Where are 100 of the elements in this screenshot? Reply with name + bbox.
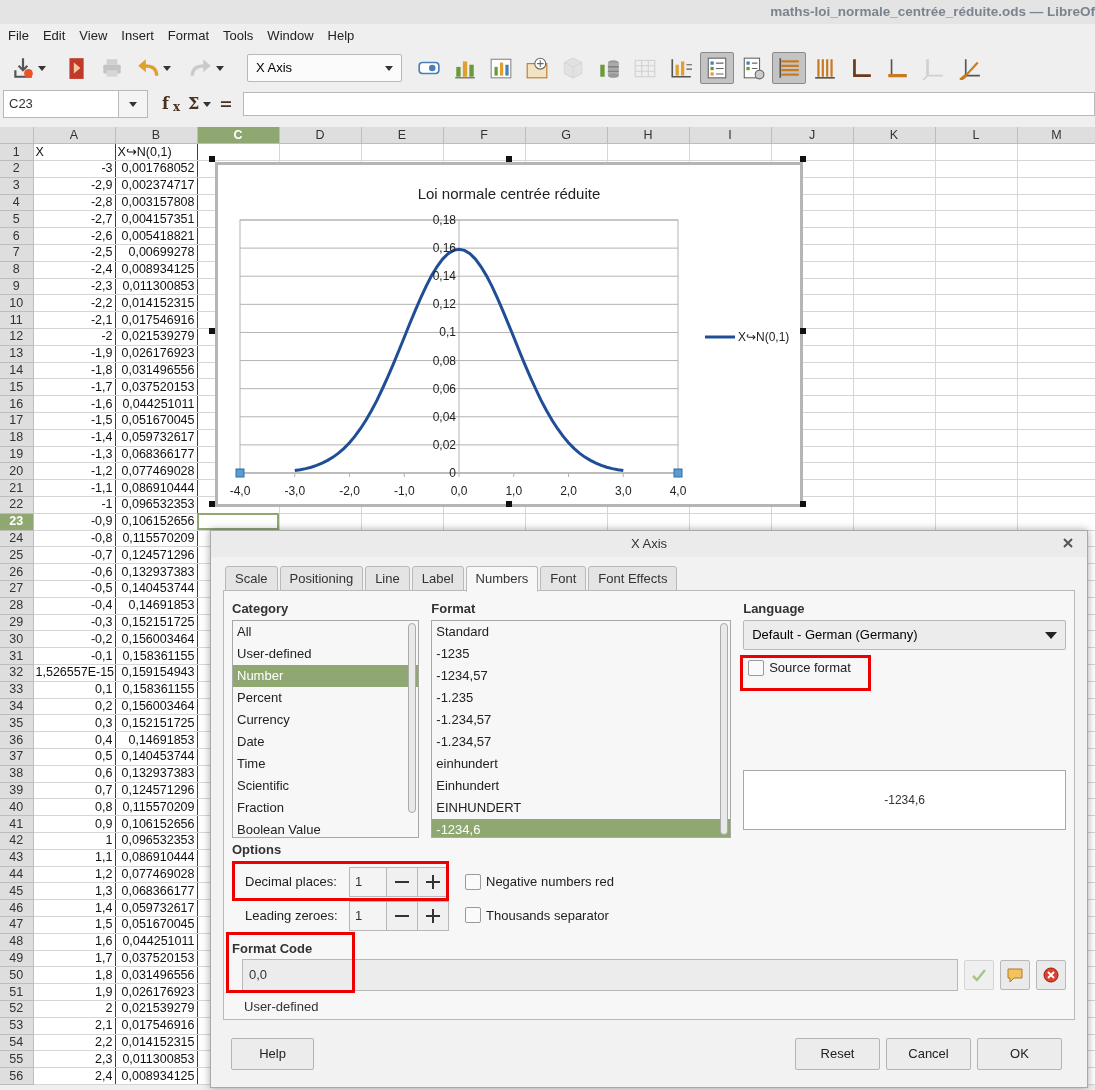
axis-label: 4,0 [669, 484, 687, 498]
list-item[interactable]: EINHUNDERT [432, 797, 731, 819]
selection-handle[interactable] [800, 501, 806, 507]
name-box[interactable]: C23 [3, 90, 119, 118]
menu-item[interactable]: View [72, 26, 115, 46]
list-item[interactable]: Percent [233, 687, 419, 709]
selection-handle[interactable] [506, 156, 512, 162]
menu-item[interactable]: Insert [114, 26, 161, 46]
table-cell: 0,011300853 [115, 278, 197, 295]
list-item[interactable]: Currency [233, 709, 419, 731]
axis-handle[interactable] [235, 468, 245, 478]
decrease-button[interactable] [387, 867, 418, 897]
selection-handle[interactable] [800, 156, 806, 162]
selection-handle[interactable] [506, 501, 512, 507]
formula-input[interactable] [242, 92, 1095, 116]
list-item[interactable]: Scientific [233, 775, 419, 797]
list-item[interactable]: einhundert [432, 753, 731, 775]
list-item[interactable]: -1234,57 [432, 665, 731, 687]
table-cell: 0,077469028 [115, 866, 197, 883]
language-dropdown[interactable]: Default - German (Germany) [743, 620, 1066, 650]
increase-button[interactable] [418, 901, 449, 931]
format-code-field[interactable]: 0,0 [242, 959, 959, 991]
menu-item[interactable]: File [1, 26, 36, 46]
menu-item[interactable]: Edit [35, 26, 73, 46]
selection-handle[interactable] [209, 328, 215, 334]
column-header[interactable]: K [853, 127, 935, 144]
dialog-button[interactable]: Reset [795, 1038, 880, 1070]
menu-item[interactable]: Tools [216, 26, 261, 46]
column-header[interactable]: L [935, 127, 1017, 144]
tab[interactable]: Scale [225, 566, 278, 591]
column-header[interactable]: D [279, 127, 361, 144]
number-field[interactable]: 1 [349, 901, 387, 931]
number-field[interactable]: 1 [349, 867, 387, 897]
tab[interactable]: Font Effects [588, 566, 678, 591]
list-item[interactable]: Date [233, 731, 419, 753]
chart-area[interactable]: Loi normale centrée réduite -4,0 -3,0 -2,0 -1,0 0,0 1,0 2,0 3,0 4,0 X↪N(0,1) 0 0,02 0,04 0,06 0,08 0,1 0,12 0,14 0,16 0,18 [215, 162, 803, 507]
list-item[interactable]: Einhundert [432, 775, 731, 797]
column-header[interactable]: G [525, 127, 607, 144]
table-cell: 1,2 [33, 866, 115, 883]
help-button[interactable]: Help [231, 1038, 314, 1070]
table-cell: -2,7 [33, 211, 115, 228]
menu-item[interactable]: Window [260, 26, 321, 46]
comment-button[interactable] [1000, 960, 1031, 990]
sum-button[interactable]: Σ [184, 92, 216, 116]
tab[interactable]: Font [540, 566, 587, 591]
tab[interactable]: Positioning [279, 566, 364, 591]
column-header[interactable]: E [361, 127, 443, 144]
dialog-button[interactable]: Cancel [886, 1038, 971, 1070]
column-header[interactable]: M [1017, 127, 1095, 144]
dropdown-button[interactable] [119, 90, 148, 118]
tab[interactable]: Line [365, 566, 410, 591]
list-item[interactable]: User-defined [233, 643, 419, 665]
selection-handle[interactable] [800, 328, 806, 334]
format-list[interactable]: Standard -1235 -1234,57 -1.235 -1.234,57 -1.234,57 einhundert Einhundert EINHUNDERT -1234,6 [431, 620, 732, 838]
preview-box: -1234,6 [743, 770, 1066, 831]
list-item[interactable]: -1.235 [432, 687, 731, 709]
menu-item[interactable]: Format [160, 26, 216, 46]
function-wizard-button[interactable]: f$_{x}$ [158, 92, 185, 116]
list-item[interactable]: -1.234,57 [432, 709, 731, 731]
equals-button[interactable]: = [215, 92, 237, 116]
selection-handle[interactable] [209, 156, 215, 162]
list-item[interactable]: Standard [432, 621, 731, 643]
category-list[interactable]: All User-defined Number Percent Currency Date Time Scientific Fraction Boolean Value [232, 620, 420, 838]
list-item[interactable]: -1235 [432, 643, 731, 665]
scrollbar-thumb[interactable] [408, 623, 417, 813]
column-header[interactable]: H [607, 127, 689, 144]
close-button[interactable] [1061, 536, 1075, 550]
list-item[interactable]: Fraction [233, 797, 419, 819]
delete-button[interactable] [1036, 960, 1066, 990]
axis-handle[interactable] [673, 468, 683, 478]
legend-line [705, 335, 735, 339]
dialog-button[interactable]: OK [977, 1038, 1062, 1070]
section-label: Options [232, 842, 283, 858]
toolbar-button[interactable] [700, 52, 734, 84]
element-dropdown[interactable]: X Axis [247, 54, 402, 82]
list-item[interactable]: All [233, 621, 419, 643]
checkbox[interactable]: Source format [748, 658, 851, 678]
menu-item[interactable]: Help [320, 26, 362, 46]
column-header[interactable]: I [689, 127, 771, 144]
checkbox[interactable]: Negative numbers red [465, 872, 614, 892]
table-cell: 0,026176923 [115, 983, 197, 1001]
table-cell: 2,2 [33, 1034, 115, 1051]
column-header[interactable]: J [771, 127, 853, 144]
column-header[interactable]: A [33, 127, 115, 144]
checkbox[interactable]: Thousands separator [465, 905, 614, 925]
scrollbar-thumb[interactable] [720, 623, 729, 835]
table-cell: -1,9 [33, 345, 115, 363]
list-item[interactable]: Time [233, 753, 419, 775]
column-header[interactable]: F [443, 127, 525, 144]
list-item[interactable]: -1.234,57 [432, 731, 731, 753]
decrease-button[interactable] [387, 901, 418, 931]
table-cell: -2,9 [33, 177, 115, 195]
tab[interactable]: Label [411, 566, 464, 591]
tab[interactable]: Numbers [465, 566, 539, 592]
table-cell: 0,005418821 [115, 227, 197, 245]
table-cell: 0,008934125 [115, 261, 197, 279]
list-item[interactable]: Boolean Value [233, 819, 419, 837]
column-header[interactable]: B [115, 127, 197, 144]
cube-icon [561, 56, 585, 80]
selection-handle[interactable] [209, 501, 215, 507]
